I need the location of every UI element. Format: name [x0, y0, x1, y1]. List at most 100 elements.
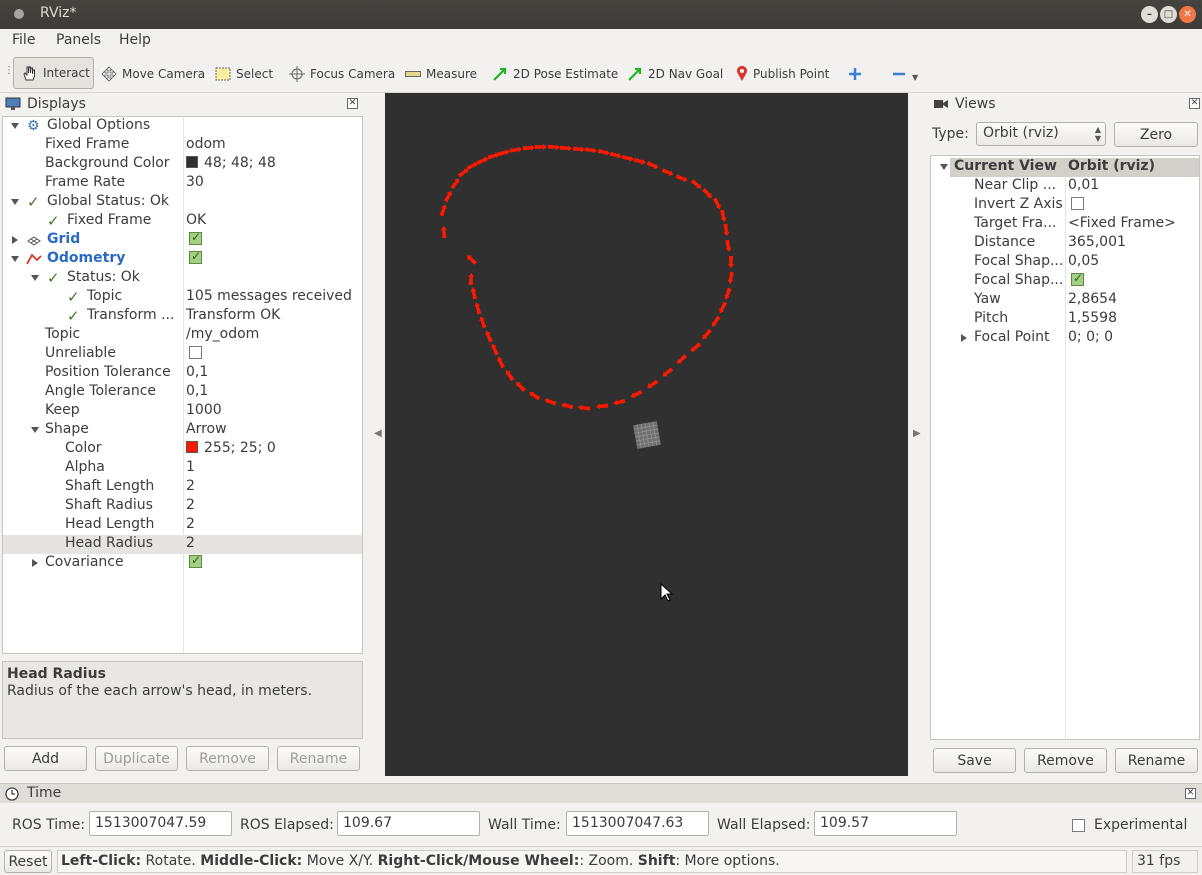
view-row-yaw[interactable]: Yaw 2,8654 [931, 291, 1199, 310]
rename-display-button[interactable]: Rename [277, 746, 360, 771]
checkbox-checked[interactable] [189, 249, 202, 264]
tree-row-frame-rate[interactable]: Frame Rate 30 [3, 174, 362, 193]
checkbox-checked[interactable] [189, 230, 202, 245]
expand-arrow-icon[interactable] [11, 123, 19, 129]
move-camera-tool-button[interactable]: Move Camera [101, 61, 205, 87]
tree-value[interactable]: 2 [186, 535, 195, 551]
view-row-target-frame[interactable]: Target Fra... <Fixed Frame> [931, 215, 1199, 234]
tree-row-fixed-frame[interactable]: Fixed Frame odom [3, 136, 362, 155]
render-viewport[interactable] [385, 93, 908, 776]
tree-value[interactable]: 0; 0; 0 [1068, 329, 1113, 345]
menu-panels[interactable]: Panels [56, 32, 101, 48]
tree-value[interactable]: 365,001 [1068, 234, 1126, 250]
tree-value[interactable]: 2 [186, 516, 195, 532]
tree-value[interactable]: odom [186, 136, 226, 152]
wall-elapsed-field[interactable]: 109.57 [814, 811, 957, 836]
remove-display-button[interactable]: Remove [186, 746, 269, 771]
tree-value[interactable]: 0,05 [1068, 253, 1099, 269]
tree-row-alpha[interactable]: Alpha 1 [3, 459, 362, 478]
checkbox-unchecked[interactable] [1072, 819, 1085, 832]
maximize-icon[interactable]: □ [1160, 6, 1177, 23]
tree-row-shaft-length[interactable]: Shaft Length 2 [3, 478, 362, 497]
save-view-button[interactable]: Save [933, 748, 1016, 773]
view-row-focal-point[interactable]: Focal Point 0; 0; 0 [931, 329, 1199, 348]
tree-row-angle-tolerance[interactable]: Angle Tolerance 0,1 [3, 383, 362, 402]
view-row-focal-shape-size[interactable]: Focal Shap... 0,05 [931, 253, 1199, 272]
checkbox-unchecked[interactable] [189, 346, 202, 359]
tree-value[interactable]: Arrow [186, 421, 227, 437]
checkbox-checked[interactable] [1071, 271, 1084, 286]
tree-value[interactable]: 0,1 [186, 383, 208, 399]
focal-shape-checkbox[interactable] [1071, 271, 1084, 288]
expand-arrow-icon[interactable] [940, 164, 948, 170]
tree-row-head-radius[interactable]: Head Radius 2 [3, 535, 362, 554]
tree-row-shaft-radius[interactable]: Shaft Radius 2 [3, 497, 362, 516]
menu-file[interactable]: File [12, 32, 35, 48]
tree-row-background-color[interactable]: Background Color 48; 48; 48 [3, 155, 362, 174]
remove-tool-button[interactable]: ▼ [892, 61, 918, 87]
tree-row-global-options[interactable]: ⚙ Global Options [3, 117, 362, 136]
covariance-checkbox[interactable] [189, 553, 202, 570]
collapse-left-icon[interactable]: ◀ [374, 428, 382, 439]
view-row-distance[interactable]: Distance 365,001 [931, 234, 1199, 253]
tree-value[interactable]: /my_odom [186, 326, 259, 342]
expand-arrow-icon[interactable] [961, 334, 967, 342]
unreliable-checkbox[interactable] [189, 345, 202, 361]
close-icon[interactable]: ✕ [1189, 98, 1200, 109]
view-row-focal-shape-fixed[interactable]: Focal Shap... [931, 271, 1199, 291]
view-type-select[interactable]: Orbit (rviz) ▲ ▼ [976, 122, 1106, 146]
nav-goal-tool-button[interactable]: 2D Nav Goal [627, 61, 723, 87]
tree-value[interactable]: 0,1 [186, 364, 208, 380]
close-icon[interactable]: ✕ [347, 98, 358, 109]
tree-row-topic-status[interactable]: ✓ Topic 105 messages received [3, 288, 362, 307]
ros-elapsed-field[interactable]: 109.67 [337, 811, 480, 836]
tree-value[interactable]: 255; 25; 0 [186, 440, 276, 456]
tree-row-odometry[interactable]: Odometry [3, 249, 362, 269]
invert-z-checkbox[interactable] [1071, 196, 1084, 212]
tree-row-covariance[interactable]: Covariance [3, 553, 362, 573]
tree-row-unreliable[interactable]: Unreliable [3, 345, 362, 364]
expand-arrow-icon[interactable] [32, 559, 38, 567]
checkbox-checked[interactable] [189, 553, 202, 568]
tree-row-position-tolerance[interactable]: Position Tolerance 0,1 [3, 364, 362, 383]
add-tool-button[interactable] [848, 61, 867, 87]
select-tool-button[interactable]: Select [215, 61, 273, 87]
tree-row-transform[interactable]: ✓ Transform ... Transform OK [3, 307, 362, 326]
close-icon[interactable]: ✕ [1179, 6, 1196, 23]
publish-point-tool-button[interactable]: Publish Point [736, 61, 829, 87]
tree-row-keep[interactable]: Keep 1000 [3, 402, 362, 421]
menu-help[interactable]: Help [119, 32, 151, 48]
dropdown-arrow-icon[interactable]: ▼ [912, 73, 918, 82]
add-display-button[interactable]: Add [4, 746, 87, 771]
pose-estimate-tool-button[interactable]: 2D Pose Estimate [492, 61, 618, 87]
experimental-checkbox[interactable] [1072, 818, 1085, 834]
expand-arrow-icon[interactable] [31, 275, 39, 281]
tree-value[interactable]: <Fixed Frame> [1068, 215, 1176, 231]
tree-row-global-status[interactable]: ✓ Global Status: Ok [3, 193, 362, 212]
remove-view-button[interactable]: Remove [1024, 748, 1107, 773]
focus-camera-tool-button[interactable]: Focus Camera [289, 61, 395, 87]
tree-value[interactable]: 1 [186, 459, 195, 475]
rename-view-button[interactable]: Rename [1115, 748, 1198, 773]
view-row-near-clip[interactable]: Near Clip ... 0,01 [931, 177, 1199, 196]
expand-arrow-icon[interactable] [11, 199, 19, 205]
grid-enabled-checkbox[interactable] [189, 230, 202, 247]
duplicate-display-button[interactable]: Duplicate [95, 746, 178, 771]
zero-view-button[interactable]: Zero [1114, 122, 1198, 147]
tree-value[interactable]: 1000 [186, 402, 222, 418]
interact-tool-button[interactable]: Interact [13, 57, 94, 89]
tree-value[interactable]: 2 [186, 478, 195, 494]
expand-arrow-icon[interactable] [31, 427, 39, 433]
expand-arrow-icon[interactable] [11, 256, 19, 262]
tree-row-color[interactable]: Color 255; 25; 0 [3, 440, 362, 459]
expand-arrow-icon[interactable] [12, 236, 18, 244]
tree-row-head-length[interactable]: Head Length 2 [3, 516, 362, 535]
view-row-pitch[interactable]: Pitch 1,5598 [931, 310, 1199, 329]
tree-row-status-ok[interactable]: ✓ Status: Ok [3, 269, 362, 288]
minimize-icon[interactable]: – [1141, 6, 1158, 23]
tree-row-status-fixed-frame[interactable]: ✓ Fixed Frame OK [3, 212, 362, 231]
tree-row-grid[interactable]: Grid [3, 230, 362, 250]
tree-value[interactable]: 2,8654 [1068, 291, 1117, 307]
tree-row-topic[interactable]: Topic /my_odom [3, 326, 362, 345]
current-view-row[interactable]: Current View Orbit (rviz) [931, 158, 1199, 177]
